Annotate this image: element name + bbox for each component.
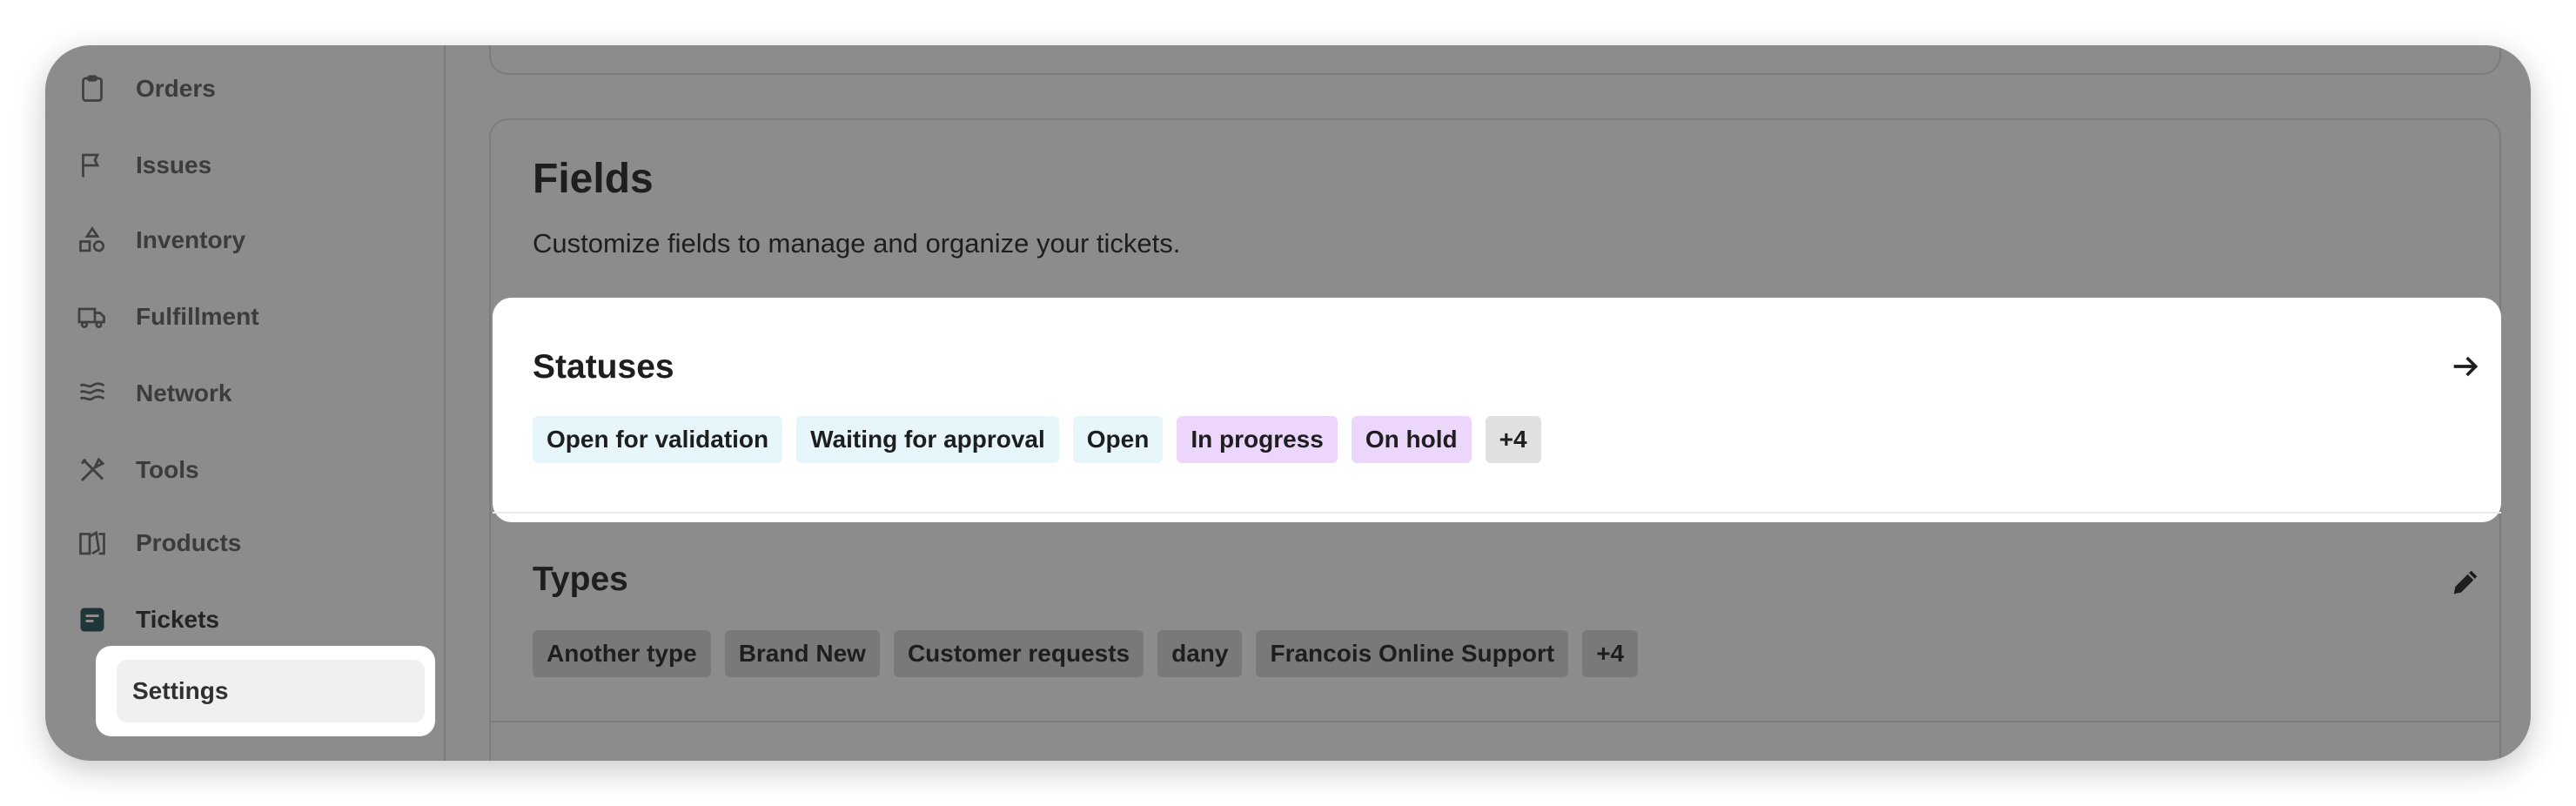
flag-icon <box>75 148 110 183</box>
type-tag: Francois Online Support <box>1256 630 1569 677</box>
shapes-icon <box>75 223 110 258</box>
sidebar-item-products[interactable]: Products <box>75 517 241 569</box>
sidebar-subitem-label: Settings <box>132 677 229 704</box>
status-more-tag: +4 <box>1485 416 1541 463</box>
pencil-icon[interactable] <box>2445 562 2485 602</box>
sidebar-item-orders[interactable]: Orders <box>75 63 216 115</box>
status-tag: Open <box>1072 416 1164 463</box>
sidebar-item-tools[interactable]: Tools <box>75 444 199 496</box>
previous-card <box>489 45 2501 75</box>
types-title: Types <box>533 561 628 598</box>
sidebar-item-label: Tickets <box>136 606 219 633</box>
sidebar-item-label: Tools <box>136 456 199 483</box>
sidebar-item-network[interactable]: Network <box>75 367 231 420</box>
status-tag: Waiting for approval <box>796 416 1059 463</box>
sidebar-subitem-settings[interactable]: Settings <box>117 660 425 722</box>
sidebar-item-label: Network <box>136 379 232 406</box>
status-tag: In progress <box>1177 416 1338 463</box>
sidebar-item-label: Issues <box>136 151 212 178</box>
sidebar-item-inventory[interactable]: Inventory <box>75 214 245 266</box>
tools-icon <box>75 453 110 487</box>
divider <box>489 721 2501 722</box>
sidebar-item-tickets[interactable]: Tickets <box>75 594 219 646</box>
type-tag: Brand New <box>724 630 880 677</box>
type-more-tag: +4 <box>1582 630 1639 677</box>
statuses-tag-list: Open for validation Waiting for approval… <box>533 416 1541 463</box>
sidebar-item-fulfillment[interactable]: Fulfillment <box>75 291 259 343</box>
sidebar-item-label: Inventory <box>136 226 246 253</box>
status-tag: On hold <box>1351 416 1472 463</box>
arrow-right-icon[interactable] <box>2445 346 2485 386</box>
truck-icon <box>75 299 110 334</box>
sidebar-item-issues[interactable]: Issues <box>75 139 211 191</box>
statuses-row[interactable]: Statuses Open for validation Waiting for… <box>493 298 2501 522</box>
sidebar-item-label: Fulfillment <box>136 303 259 330</box>
sidebar-item-label: Products <box>136 529 242 556</box>
ticket-icon <box>75 602 110 637</box>
sidebar: Orders Issues Inventory Fulfillment Netw <box>45 45 446 761</box>
type-tag: Customer requests <box>893 630 1144 677</box>
type-tag: Another type <box>533 630 711 677</box>
clipboard-icon <box>75 71 110 106</box>
fields-title: Fields <box>533 156 654 202</box>
types-tag-list: Another type Brand New Customer requests… <box>533 630 1639 677</box>
sidebar-item-label: Orders <box>136 75 216 102</box>
spotlight-settings: Settings <box>96 646 435 736</box>
waves-icon <box>75 376 110 411</box>
statuses-title: Statuses <box>533 348 674 386</box>
type-tag: dany <box>1157 630 1243 677</box>
status-tag: Open for validation <box>533 416 783 463</box>
fields-subtitle: Customize fields to manage and organize … <box>533 228 1181 259</box>
divider <box>493 512 2501 514</box>
book-icon <box>75 526 110 561</box>
app-window: Orders Issues Inventory Fulfillment Netw <box>45 45 2531 761</box>
